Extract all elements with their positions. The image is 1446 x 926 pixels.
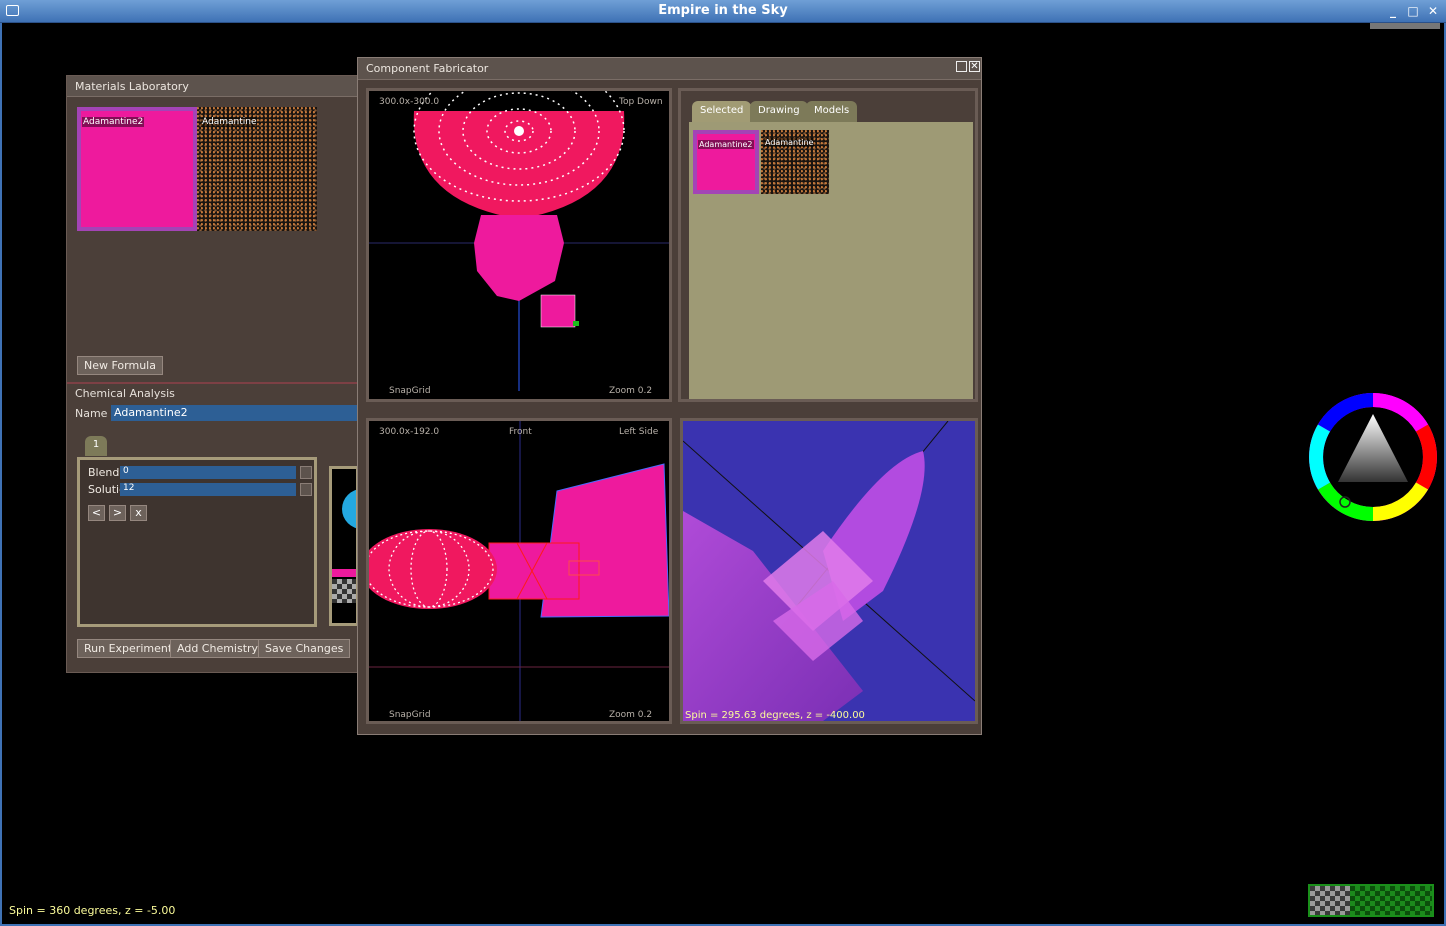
chemical-analysis-title: Chemical Analysis (75, 387, 175, 400)
new-formula-button[interactable]: New Formula (77, 356, 163, 375)
selected-tab-body: Adamantine2 Adamantine (689, 122, 973, 399)
side-view-name: Front (509, 427, 532, 437)
preview-checker (332, 579, 356, 603)
maximize-icon[interactable]: □ (1406, 4, 1420, 18)
minimize-icon[interactable]: _ (1386, 4, 1400, 18)
fabricator-titlebar[interactable]: Component Fabricator ✕ (358, 58, 981, 80)
color-wheel[interactable] (1308, 392, 1438, 522)
side-snapgrid[interactable]: SnapGrid (389, 710, 431, 720)
chemistry-panel: Blendir 0 Solutic 12 < > x (77, 457, 317, 627)
name-label: Name (75, 407, 108, 420)
tab-selected[interactable]: Selected (692, 101, 752, 122)
tab-models[interactable]: Models (806, 101, 858, 122)
top-coords: 300.0x-300.0 (379, 97, 440, 107)
top-snapgrid[interactable]: SnapGrid (389, 386, 431, 396)
run-experiment-button[interactable]: Run Experiment (77, 639, 180, 658)
selected-swatch-adamantine[interactable]: Adamantine (761, 130, 829, 194)
top-down-drawing (369, 91, 669, 391)
material-swatch-adamantine2[interactable]: Adamantine2 (77, 107, 197, 231)
3d-render-viewport[interactable]: Spin = 295.63 degrees, z = -400.00 (680, 418, 978, 724)
restore-icon[interactable] (956, 61, 967, 72)
blending-field[interactable]: 0 (120, 466, 296, 479)
top-zoom: Zoom 0.2 (609, 386, 653, 396)
swatch-label: Adamantine (201, 117, 258, 127)
add-chemistry-button[interactable]: Add Chemistry (170, 639, 266, 658)
status-bar: Spin = 360 degrees, z = -5.00 (9, 904, 176, 917)
materials-laboratory-window: Materials Laboratory Adamantine2 Adamant… (66, 75, 359, 673)
progress-checker (1308, 884, 1434, 917)
close-icon[interactable]: ✕ (1426, 4, 1440, 18)
fabricator-title: Component Fabricator (366, 62, 489, 75)
fabricator-close-icon[interactable]: ✕ (969, 61, 980, 72)
side-zoom: Zoom 0.2 (609, 710, 653, 720)
render-status: Spin = 295.63 degrees, z = -400.00 (685, 710, 865, 721)
3d-model-render (683, 421, 975, 721)
checker-grey (1310, 886, 1350, 915)
corner-highlight (1370, 23, 1440, 29)
next-button[interactable]: > (109, 505, 126, 521)
materials-lab-title[interactable]: Materials Laboratory (67, 76, 357, 97)
component-fabricator-window: Component Fabricator ✕ 300.0x-300.0 Top … (357, 57, 982, 735)
blending-scroll[interactable] (300, 466, 312, 479)
name-field[interactable]: Adamantine2 (111, 405, 359, 421)
save-changes-button[interactable]: Save Changes (258, 639, 351, 658)
section-divider[interactable] (67, 382, 359, 384)
preview-color-bar (332, 569, 356, 577)
material-preview (329, 466, 359, 626)
window-title: Empire in the Sky (658, 3, 788, 18)
swatch-label: Adamantine (764, 138, 815, 147)
prev-button[interactable]: < (88, 505, 105, 521)
material-swatch-adamantine[interactable]: Adamantine (197, 107, 317, 231)
side-drawing (369, 421, 669, 721)
swatch-label: Adamantine2 (82, 117, 145, 127)
solution-field[interactable]: 12 (120, 483, 296, 496)
tab-1[interactable]: 1 (85, 436, 107, 456)
palette-panel: Selected Drawing Models Adamantine2 Adam… (678, 88, 978, 402)
side-coords: 300.0x-192.0 (379, 427, 440, 437)
solution-scroll[interactable] (300, 483, 312, 496)
top-down-viewport[interactable]: 300.0x-300.0 Top Down SnapGrid Zoom 0.2 (366, 88, 672, 402)
window-titlebar: Empire in the Sky _ □ ✕ (0, 0, 1446, 23)
remove-button[interactable]: x (130, 505, 147, 521)
selected-swatch-adamantine2[interactable]: Adamantine2 (693, 130, 759, 194)
side-viewport[interactable]: 300.0x-192.0 Front Left Side SnapGrid Zo… (366, 418, 672, 724)
side-direction: Left Side (619, 427, 659, 437)
top-view-name: Top Down (619, 97, 663, 107)
tab-drawing[interactable]: Drawing (750, 101, 808, 122)
swatch-label: Adamantine2 (698, 140, 754, 149)
